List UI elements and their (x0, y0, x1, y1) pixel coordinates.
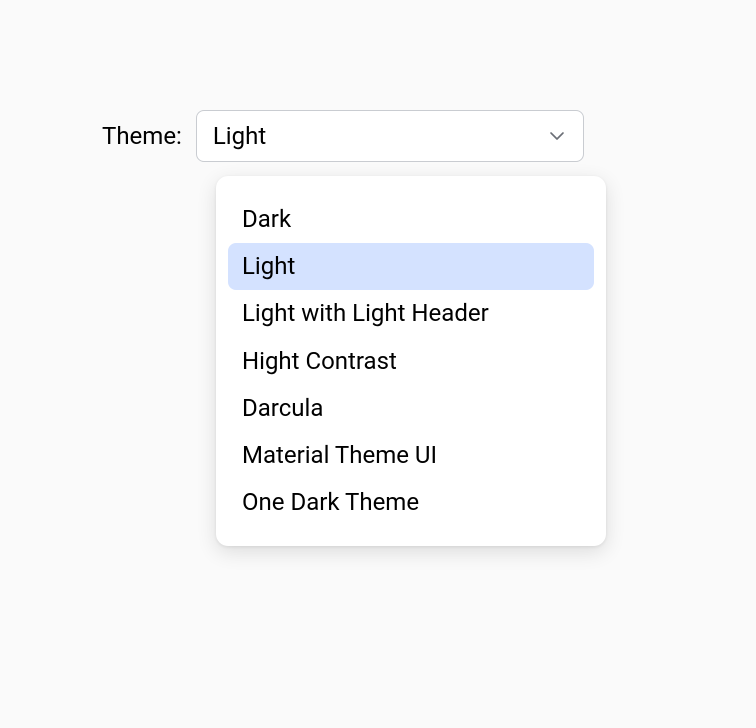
theme-option[interactable]: Material Theme UI (228, 432, 594, 479)
theme-option[interactable]: Darcula (228, 385, 594, 432)
chevron-down-icon (547, 126, 567, 146)
theme-option[interactable]: Light with Light Header (228, 290, 594, 337)
theme-select-value: Light (213, 122, 266, 150)
theme-select[interactable]: Light (196, 110, 584, 162)
theme-option[interactable]: One Dark Theme (228, 479, 594, 526)
theme-dropdown: DarkLightLight with Light HeaderHight Co… (216, 176, 606, 546)
theme-option[interactable]: Light (228, 243, 594, 290)
theme-row: Theme: Light (102, 110, 584, 162)
theme-option[interactable]: Dark (228, 196, 594, 243)
theme-label: Theme: (102, 122, 182, 150)
theme-option[interactable]: Hight Contrast (228, 338, 594, 385)
